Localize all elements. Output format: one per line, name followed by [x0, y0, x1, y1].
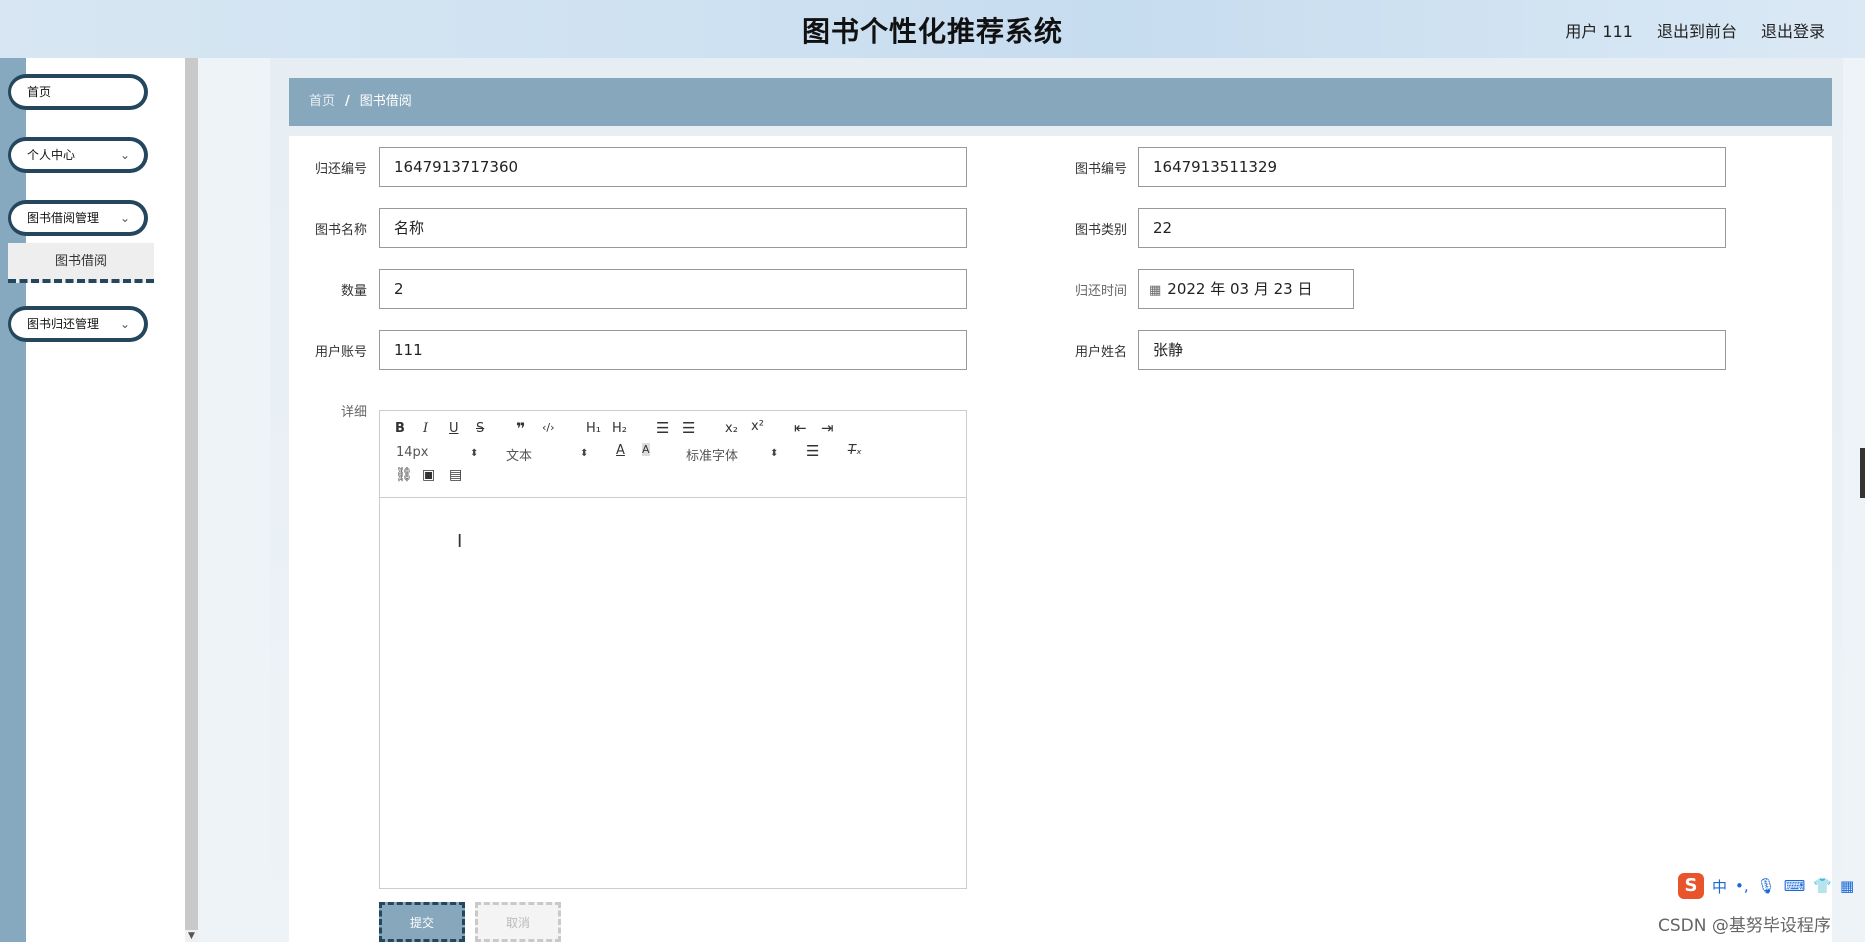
select-arrows-icon: ⬍ [470, 448, 479, 459]
breadcrumb-separator: / [345, 94, 350, 109]
user-name-label: 用户姓名 [1074, 345, 1127, 360]
select-arrows-icon: ⬍ [580, 448, 589, 459]
return-no-label: 归还编号 [314, 162, 367, 177]
sidebar: 首页 个人中心 ⌄ 图书借阅管理 ⌄ 图书借阅 图书归还管理 ⌄ ▼ [0, 58, 198, 942]
book-name-label: 图书名称 [314, 223, 367, 238]
bullet-list-icon[interactable]: ☰ [682, 419, 695, 437]
ordered-list-icon[interactable]: ☰ [656, 419, 669, 437]
header-actions: 用户 111 退出到前台 退出登录 [1565, 18, 1825, 42]
outdent-icon[interactable]: ⇤ [794, 419, 807, 437]
calendar-icon: ▦ [1149, 283, 1162, 298]
chevron-down-icon: ⌄ [119, 211, 130, 225]
user-account-field[interactable]: 111 [379, 330, 967, 370]
sidebar-scrollbar[interactable] [185, 58, 198, 942]
chevron-down-icon: ⌄ [119, 148, 130, 162]
ime-language-toggle[interactable]: 中 [1712, 876, 1727, 897]
submit-button[interactable]: 提交 [379, 902, 465, 942]
italic-icon[interactable]: I [423, 421, 428, 436]
book-name-field[interactable]: 名称 [379, 208, 967, 248]
apps-grid-icon[interactable]: ▦ [1840, 877, 1854, 895]
heading-1-icon[interactable]: H₁ [586, 421, 601, 436]
sidebar-item-home[interactable]: 首页 [8, 74, 148, 110]
return-time-label: 归还时间 [1074, 284, 1127, 299]
strikethrough-icon[interactable]: S [476, 421, 484, 436]
page-scrollbar-thumb[interactable] [1860, 448, 1865, 498]
sidebar-subitem-book-borrow[interactable]: 图书借阅 [8, 243, 154, 283]
indent-icon[interactable]: ⇥ [821, 419, 834, 437]
sidebar-stripe [0, 58, 26, 942]
watermark: CSDN @基努毕设程序 [1658, 916, 1831, 936]
top-header: 图书个性化推荐系统 用户 111 退出到前台 退出登录 [0, 0, 1865, 58]
bold-icon[interactable]: B [395, 421, 405, 436]
user-name-field[interactable]: 张静 [1138, 330, 1726, 370]
keyboard-icon[interactable]: ⌨ [1784, 877, 1806, 895]
back-to-front-link[interactable]: 退出到前台 [1657, 18, 1737, 42]
background-color-icon[interactable]: A [642, 443, 650, 456]
video-icon[interactable]: ▤ [449, 467, 462, 483]
book-category-field[interactable]: 22 [1138, 208, 1726, 248]
ime-punctuation-icon[interactable]: •, [1735, 877, 1749, 895]
book-no-label: 图书编号 [1074, 162, 1127, 177]
return-time-datepicker[interactable]: ▦ 2022 年 03 月 23 日 [1138, 269, 1354, 309]
book-category-label: 图书类别 [1074, 223, 1127, 238]
header-select[interactable]: 文本 [506, 445, 532, 464]
scroll-down-arrow-icon[interactable]: ▼ [185, 930, 198, 942]
chevron-down-icon: ⌄ [119, 317, 130, 331]
heading-2-icon[interactable]: H₂ [612, 421, 627, 436]
sidebar-item-return-management[interactable]: 图书归还管理 ⌄ [8, 306, 148, 342]
sidebar-item-label: 图书归还管理 [27, 317, 100, 331]
microphone-icon[interactable]: 🎙 [1757, 877, 1776, 895]
editor-toolbar: B I U S ❞ ‹/› H₁ H₂ ☰ ☰ x₂ x² ⇤ ⇥ 14px ⬍… [380, 411, 966, 498]
quantity-label: 数量 [340, 284, 367, 299]
clear-format-icon[interactable]: T̶ₓ [848, 443, 862, 458]
breadcrumb-current: 图书借阅 [359, 94, 412, 109]
return-no-field[interactable]: 1647913717360 [379, 147, 967, 187]
quantity-field[interactable]: 2 [379, 269, 967, 309]
blockquote-icon[interactable]: ❞ [516, 419, 525, 438]
current-user: 用户 111 [1565, 22, 1633, 41]
sidebar-item-personal-center[interactable]: 个人中心 ⌄ [8, 137, 148, 173]
font-size-select[interactable]: 14px [396, 445, 429, 460]
breadcrumb: 首页 / 图书借阅 [289, 78, 1832, 126]
book-no-field[interactable]: 1647913511329 [1138, 147, 1726, 187]
code-block-icon[interactable]: ‹/› [542, 421, 555, 434]
cancel-button[interactable]: 取消 [475, 902, 561, 942]
select-arrows-icon: ⬍ [770, 448, 779, 459]
skin-shirt-icon[interactable]: 👕 [1813, 877, 1832, 895]
link-icon[interactable]: ⛓ [395, 467, 413, 483]
superscript-icon[interactable]: x² [751, 419, 764, 434]
detail-label: 详细 [340, 405, 367, 420]
underline-icon[interactable]: U [449, 421, 459, 436]
sidebar-item-borrow-management[interactable]: 图书借阅管理 ⌄ [8, 200, 148, 236]
align-icon[interactable]: ☰ [806, 442, 819, 460]
sogou-logo-icon[interactable]: S [1678, 873, 1704, 899]
sidebar-item-label: 首页 [27, 85, 52, 99]
ime-toolbar: S 中 •, 🎙 ⌨ 👕 ▦ [1678, 873, 1854, 899]
return-time-value: 2022 年 03 月 23 日 [1167, 280, 1313, 298]
rich-text-editor: B I U S ❞ ‹/› H₁ H₂ ☰ ☰ x₂ x² ⇤ ⇥ 14px ⬍… [379, 410, 967, 889]
logout-link[interactable]: 退出登录 [1761, 18, 1825, 42]
sidebar-item-label: 个人中心 [27, 148, 76, 162]
sidebar-item-label: 图书借阅管理 [27, 211, 100, 225]
breadcrumb-home[interactable]: 首页 [309, 94, 335, 109]
subscript-icon[interactable]: x₂ [725, 421, 738, 436]
font-color-icon[interactable]: A [616, 443, 625, 458]
text-cursor-icon: I [457, 531, 463, 552]
user-account-label: 用户账号 [314, 345, 367, 360]
font-family-select[interactable]: 标准字体 [686, 445, 738, 464]
image-icon[interactable]: ▣ [422, 467, 435, 483]
